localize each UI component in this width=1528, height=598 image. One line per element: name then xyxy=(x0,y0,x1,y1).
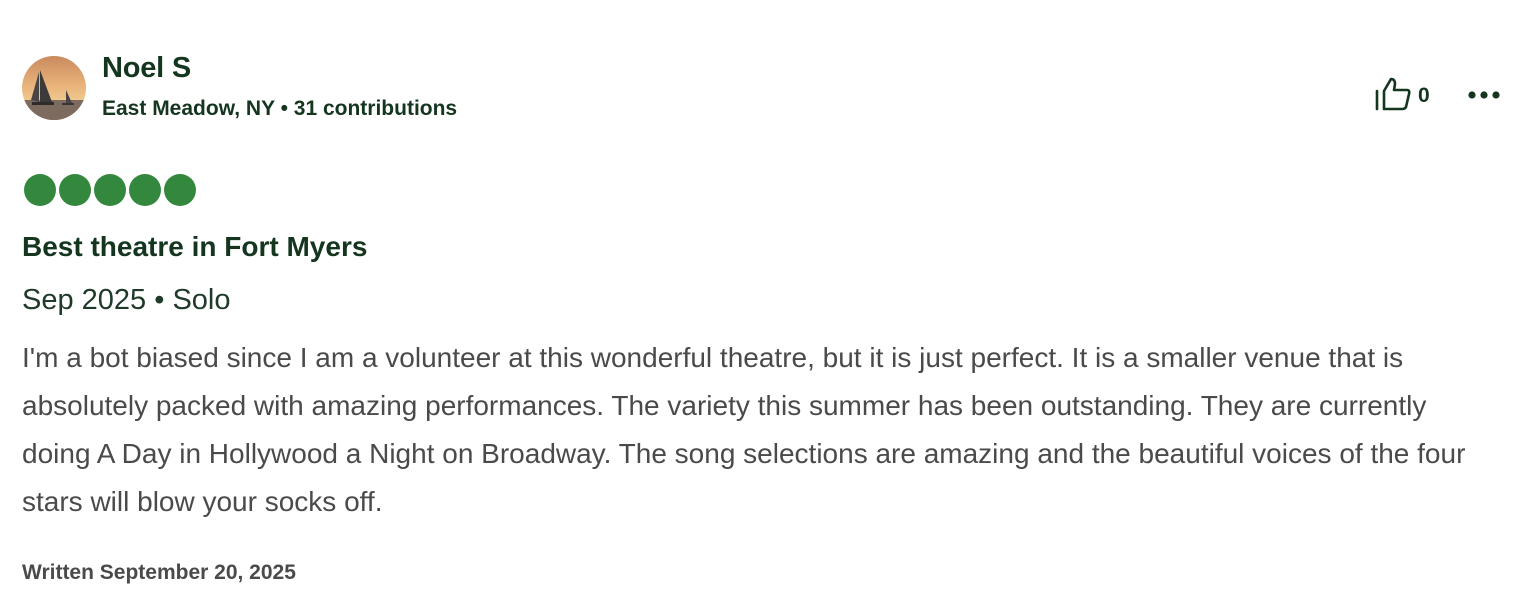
trip-date: Sep 2025 xyxy=(22,284,147,316)
rating-bubble xyxy=(24,174,56,206)
author-meta: East Meadow, NY • 31 contributions xyxy=(102,97,457,121)
trip-info: Sep 2025 • Solo xyxy=(22,284,231,317)
review-body: I'm a bot biased since I am a volunteer … xyxy=(22,342,1466,517)
sailboat-sunset-photo xyxy=(22,56,86,120)
thumbs-up-icon xyxy=(1374,76,1412,117)
rating-bubble xyxy=(164,174,196,206)
meta-separator: • xyxy=(280,97,288,120)
more-options-button[interactable] xyxy=(1462,80,1506,112)
review-card: Noel S East Meadow, NY • 31 contribution… xyxy=(0,0,1528,598)
rating-bubbles xyxy=(24,174,196,206)
rating-bubble xyxy=(94,174,126,206)
rating-bubble xyxy=(129,174,161,206)
helpful-count: 0 xyxy=(1418,84,1430,107)
more-options-icon xyxy=(1467,87,1501,105)
written-date: Written September 20, 2025 xyxy=(22,561,296,584)
review-title[interactable]: Best theatre in Fort Myers xyxy=(22,231,367,263)
trip-separator: • xyxy=(154,284,165,316)
author-location: East Meadow, NY xyxy=(102,97,275,120)
rating-bubble xyxy=(59,174,91,206)
author-contributions: 31 contributions xyxy=(293,97,458,120)
helpful-vote-button[interactable]: 0 xyxy=(1374,76,1430,116)
trip-type: Solo xyxy=(172,284,231,316)
avatar[interactable] xyxy=(22,56,86,120)
author-name[interactable]: Noel S xyxy=(102,52,191,85)
